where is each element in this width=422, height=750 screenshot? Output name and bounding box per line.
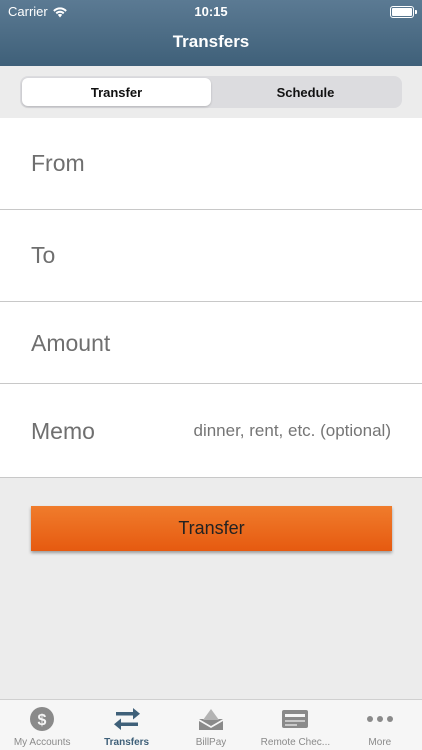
tab-my-accounts[interactable]: $ My Accounts [0,700,84,750]
memo-row: Memo [0,384,422,478]
transfer-arrows-icon [112,706,142,732]
status-time: 10:15 [194,4,228,19]
navigation-bar: Carrier 10:15 Transfers [0,0,422,66]
amount-label: Amount [31,330,111,356]
transfer-button[interactable]: Transfer [31,506,392,551]
segmented-control: Transfer Schedule [20,76,402,108]
dollar-circle-icon: $ [27,706,57,732]
status-bar: Carrier 10:15 [0,0,422,24]
from-row[interactable]: From [0,118,422,210]
to-row[interactable]: To [0,210,422,302]
segment-schedule[interactable]: Schedule [211,78,400,106]
memo-label: Memo [31,418,95,444]
segment-control-area: Transfer Schedule [0,66,422,118]
tab-label: Remote Chec... [260,737,331,748]
memo-input[interactable] [161,421,391,441]
tab-label: My Accounts [13,737,71,748]
tab-billpay[interactable]: BillPay [169,700,253,750]
page-title: Transfers [172,32,250,51]
tab-transfers[interactable]: Transfers [84,700,168,750]
segment-transfer[interactable]: Transfer [22,78,211,106]
amount-row[interactable]: Amount [0,302,422,384]
envelope-icon [196,706,226,732]
tab-bar: $ My Accounts Transfers BillPay Remote C… [0,699,422,750]
transfer-form: From To Amount Memo [0,118,422,478]
svg-text:$: $ [38,712,47,729]
tab-more[interactable]: More [338,700,422,750]
battery-icon [390,6,417,18]
from-label: From [31,150,85,176]
tab-remote-check[interactable]: Remote Chec... [253,700,337,750]
tab-label: More [368,737,392,748]
tab-label: Transfers [104,737,150,748]
to-label: To [31,242,56,268]
check-card-icon [280,706,310,732]
more-dots-icon [365,706,395,732]
tab-label: BillPay [195,737,227,748]
